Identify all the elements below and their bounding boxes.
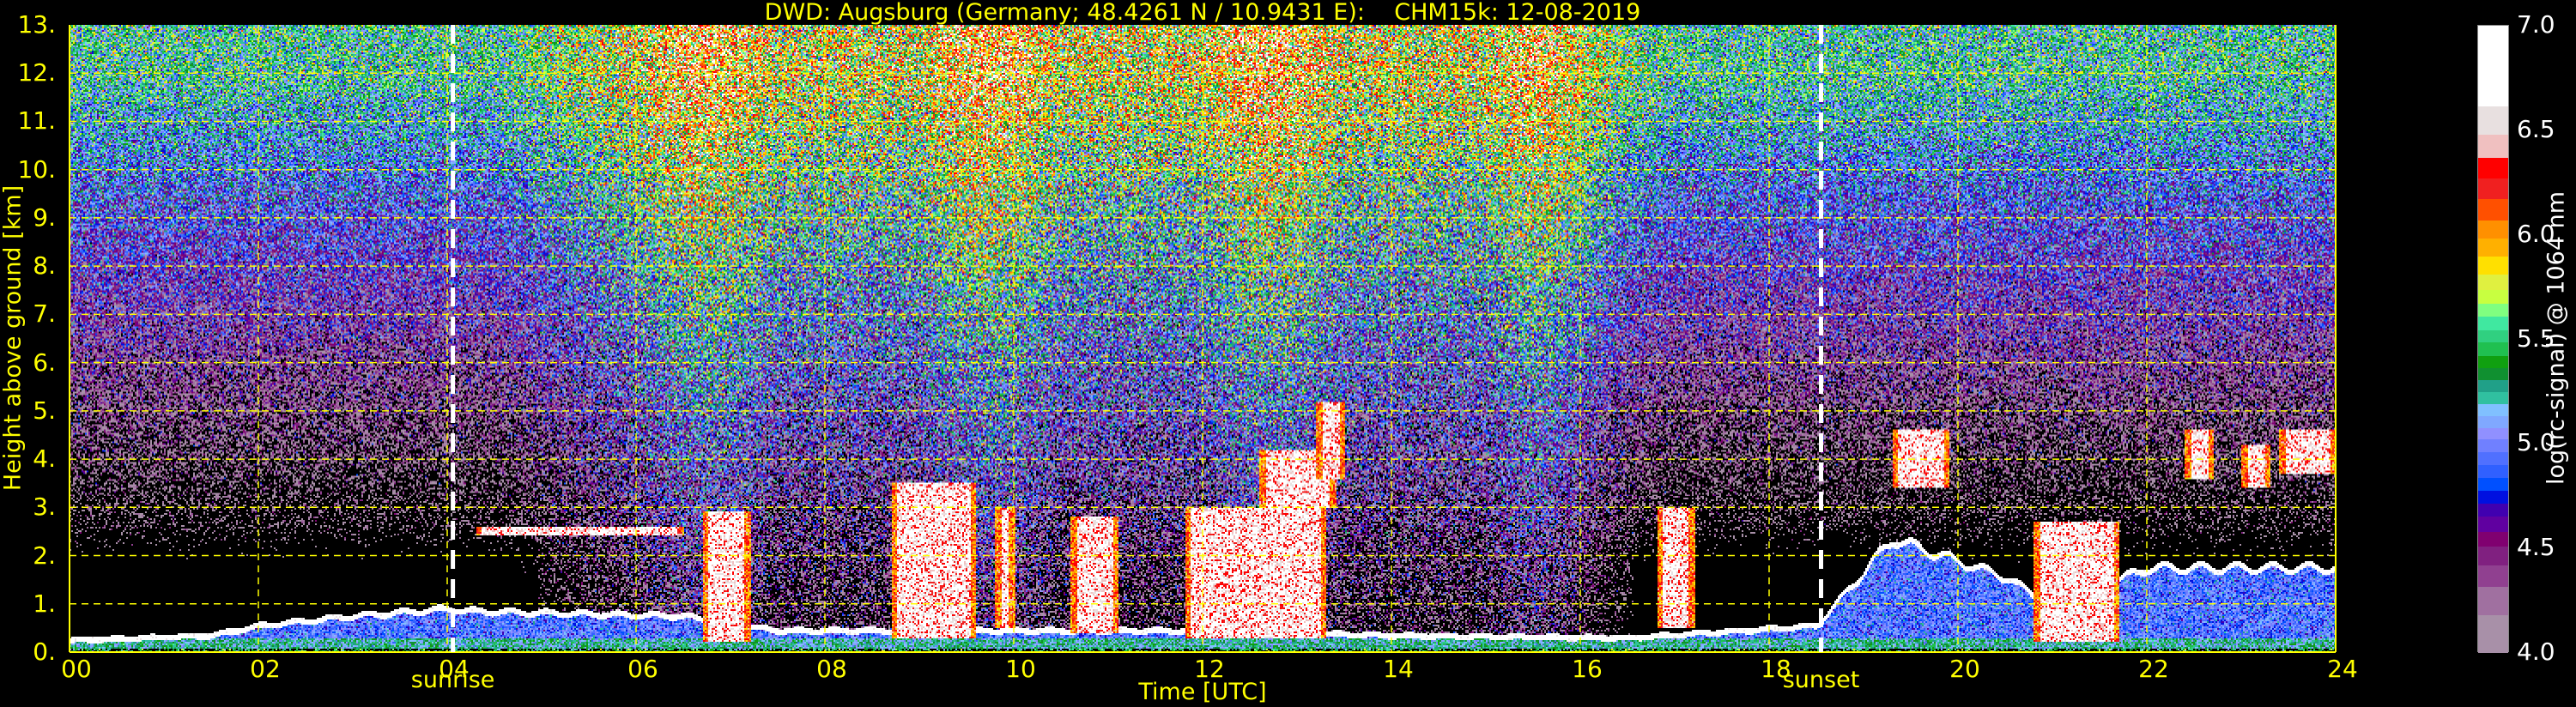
colorbar-segment bbox=[2478, 198, 2508, 221]
x-tick-label: 00 bbox=[61, 655, 92, 683]
grid-overlay bbox=[69, 25, 2337, 653]
sunrise-label: sunrise bbox=[410, 667, 495, 693]
colorbar-segment bbox=[2478, 438, 2508, 453]
y-tick-label: 6. bbox=[33, 347, 56, 377]
y-axis-label: Height above ground [km] bbox=[0, 184, 27, 492]
y-tick-label: 4. bbox=[33, 444, 56, 474]
colorbar-segment bbox=[2478, 415, 2508, 428]
colorbar-segment bbox=[2478, 26, 2508, 106]
colorbar-segment bbox=[2478, 490, 2508, 504]
colorbar-segment bbox=[2478, 289, 2508, 304]
x-axis-label: Time [UTC] bbox=[1138, 679, 1267, 705]
colorbar-segment bbox=[2478, 238, 2508, 257]
x-tick-label: 20 bbox=[1949, 655, 1980, 683]
x-tick-label: 12 bbox=[1194, 655, 1225, 683]
colorbar-tick-label: 7.0 bbox=[2517, 10, 2555, 39]
colorbar-segment bbox=[2478, 531, 2508, 547]
colorbar-segment bbox=[2478, 379, 2508, 393]
y-tick-label: 9. bbox=[33, 202, 56, 232]
y-tick-label: 0. bbox=[33, 638, 56, 666]
colorbar-segment bbox=[2478, 341, 2508, 357]
colorbar-segment bbox=[2478, 316, 2508, 331]
colorbar-segment bbox=[2478, 477, 2508, 491]
y-tick-label: 13. bbox=[17, 10, 56, 39]
colorbar-segment bbox=[2478, 106, 2508, 135]
y-tick-label: 7. bbox=[33, 299, 56, 329]
colorbar-segment bbox=[2478, 303, 2508, 317]
y-tick-label: 1. bbox=[33, 589, 56, 618]
colorbar-segment bbox=[2478, 391, 2508, 405]
colorbar-segment bbox=[2478, 586, 2508, 615]
colorbar-segment bbox=[2478, 256, 2508, 275]
colorbar-segment bbox=[2478, 274, 2508, 290]
colorbar-tick-label: 6.5 bbox=[2517, 114, 2555, 143]
colorbar-tick-label: 4.0 bbox=[2517, 638, 2555, 666]
colorbar-tick-label: 4.5 bbox=[2517, 533, 2555, 562]
colorbar-segment bbox=[2478, 614, 2508, 654]
colorbar-segment bbox=[2478, 157, 2508, 178]
plot-area bbox=[69, 25, 2337, 653]
colorbar-segment bbox=[2478, 464, 2508, 478]
x-tick-label: 14 bbox=[1383, 655, 1414, 683]
colorbar-segment bbox=[2478, 503, 2508, 517]
colorbar-segment bbox=[2478, 403, 2508, 416]
y-tick-label: 3. bbox=[33, 492, 56, 522]
x-tick-label: 10 bbox=[1005, 655, 1036, 683]
colorbar bbox=[2477, 25, 2509, 654]
colorbar-segment bbox=[2478, 565, 2508, 587]
x-tick-label: 16 bbox=[1572, 655, 1603, 683]
y-tick-label: 2. bbox=[33, 541, 56, 570]
colorbar-segment bbox=[2478, 367, 2508, 380]
x-tick-label: 24 bbox=[2327, 655, 2358, 683]
colorbar-segment bbox=[2478, 516, 2508, 532]
colorbar-label: log(rc-signal) @ 1064 nm bbox=[2543, 190, 2570, 486]
colorbar-segment bbox=[2478, 427, 2508, 440]
sunset-label: sunset bbox=[1782, 667, 1860, 693]
colorbar-segment bbox=[2478, 546, 2508, 565]
chart-title: DWD: Augsburg (Germany; 48.4261 N / 10.9… bbox=[764, 0, 1641, 26]
y-tick-label: 5. bbox=[33, 396, 56, 425]
x-tick-label: 02 bbox=[250, 655, 281, 683]
x-tick-label: 08 bbox=[816, 655, 847, 683]
y-tick-label: 10. bbox=[17, 154, 56, 184]
y-tick-label: 11. bbox=[17, 106, 56, 136]
y-tick-label: 12. bbox=[17, 58, 56, 88]
colorbar-segment bbox=[2478, 451, 2508, 465]
colorbar-segment bbox=[2478, 329, 2508, 343]
y-tick-label: 8. bbox=[33, 251, 56, 281]
x-tick-label: 06 bbox=[627, 655, 658, 683]
colorbar-segment bbox=[2478, 220, 2508, 239]
colorbar-segment bbox=[2478, 355, 2508, 369]
colorbar-segment bbox=[2478, 134, 2508, 159]
colorbar-segment bbox=[2478, 178, 2508, 200]
x-tick-label: 22 bbox=[2138, 655, 2169, 683]
